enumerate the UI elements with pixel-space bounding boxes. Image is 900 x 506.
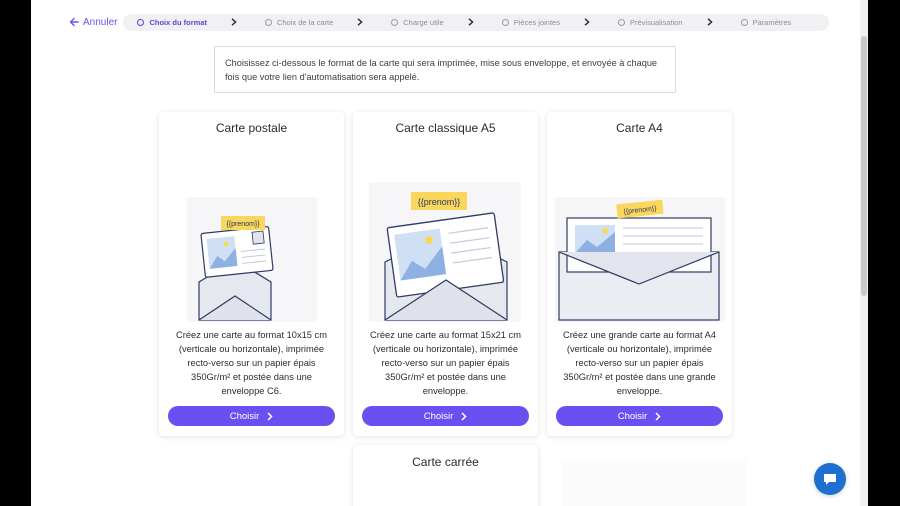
intro-text: Choisissez ci-dessous le format de la ca… — [214, 46, 676, 93]
arrow-left-icon — [69, 17, 79, 27]
format-card-a5: Carte classique A5 {{prenom}} Créez une … — [353, 112, 538, 436]
cancel-label: Annuler — [83, 16, 118, 28]
step-payload[interactable]: Charge utile — [391, 17, 444, 27]
step-card-choice[interactable]: Choix de la carte — [264, 17, 334, 27]
format-card-a4: Carte A4 {{prenom}} Créez une grande car… — [547, 112, 732, 436]
postcard-envelope-illustration: {{prenom}} — [187, 197, 317, 322]
scrollbar-thumb[interactable] — [861, 36, 867, 296]
choose-button[interactable]: Choisir — [556, 406, 723, 426]
scrollbar[interactable] — [860, 0, 868, 506]
choose-button[interactable]: Choisir — [168, 406, 335, 426]
step-label: Charge utile — [403, 17, 444, 27]
card-description: Créez une carte au format 10x15 cm (vert… — [176, 330, 327, 396]
step-label: Prévisualisation — [629, 17, 683, 27]
step-label: Choix du format — [149, 17, 207, 27]
card-title: Carte classique A5 — [395, 121, 496, 135]
step-circle-icon — [264, 18, 272, 26]
step-attachments[interactable]: Pièces jointes — [501, 17, 560, 27]
chevron-right-icon — [267, 411, 273, 421]
chevron-right-icon — [357, 18, 363, 26]
chat-icon — [824, 474, 836, 485]
tag-text: {{prenom}} — [418, 197, 461, 207]
choose-button-label: Choisir — [229, 410, 260, 422]
step-circle-icon — [137, 18, 145, 26]
stepper: Choix du format Choix de la carte Charge… — [123, 13, 829, 31]
card-title: Carte A4 — [616, 121, 663, 135]
a4-envelope-illustration: {{prenom}} — [555, 197, 725, 322]
step-label: Choix de la carte — [276, 17, 334, 27]
chevron-right-icon — [468, 18, 474, 26]
step-preview[interactable]: Prévisualisation — [617, 17, 683, 27]
tag-text: {{prenom}} — [226, 221, 260, 228]
a5-envelope-illustration: {{prenom}} — [369, 182, 521, 322]
card-description: Créez une grande carte au format A4 (ver… — [563, 330, 716, 396]
step-settings[interactable]: Paramètres — [740, 17, 792, 27]
page-content: Annuler Choix du format Choix de la cart… — [31, 0, 860, 506]
chevron-right-icon — [584, 18, 590, 26]
chevron-right-icon — [655, 411, 661, 421]
card-title: Carte postale — [215, 121, 288, 135]
chevron-right-icon — [231, 18, 237, 26]
step-label: Paramètres — [752, 17, 792, 27]
choose-button[interactable]: Choisir — [362, 406, 529, 426]
app-viewport: Annuler Choix du format Choix de la cart… — [31, 0, 868, 506]
card-title: Carte carrée — [412, 455, 479, 469]
chat-button[interactable] — [814, 463, 846, 495]
chevron-right-icon — [707, 18, 713, 26]
step-format[interactable]: Choix du format — [137, 18, 207, 27]
cancel-link[interactable]: Annuler — [69, 17, 117, 28]
card-description: Créez une carte au format 15x21 cm (vert… — [370, 330, 521, 396]
step-circle-icon — [740, 18, 748, 26]
choose-button-label: Choisir — [423, 410, 454, 422]
format-card-postcard: Carte postale {{prenom}} Créez une carte… — [159, 112, 344, 436]
format-card-square: Carte carrée — [353, 445, 538, 506]
step-circle-icon — [617, 18, 625, 26]
step-label: Pièces jointes — [513, 17, 560, 27]
choose-button-label: Choisir — [617, 410, 648, 422]
step-circle-icon — [501, 18, 509, 26]
step-circle-icon — [391, 18, 399, 26]
background-panel — [561, 460, 746, 506]
wizard-header: Annuler Choix du format Choix de la cart… — [69, 12, 829, 32]
chevron-right-icon — [461, 411, 467, 421]
